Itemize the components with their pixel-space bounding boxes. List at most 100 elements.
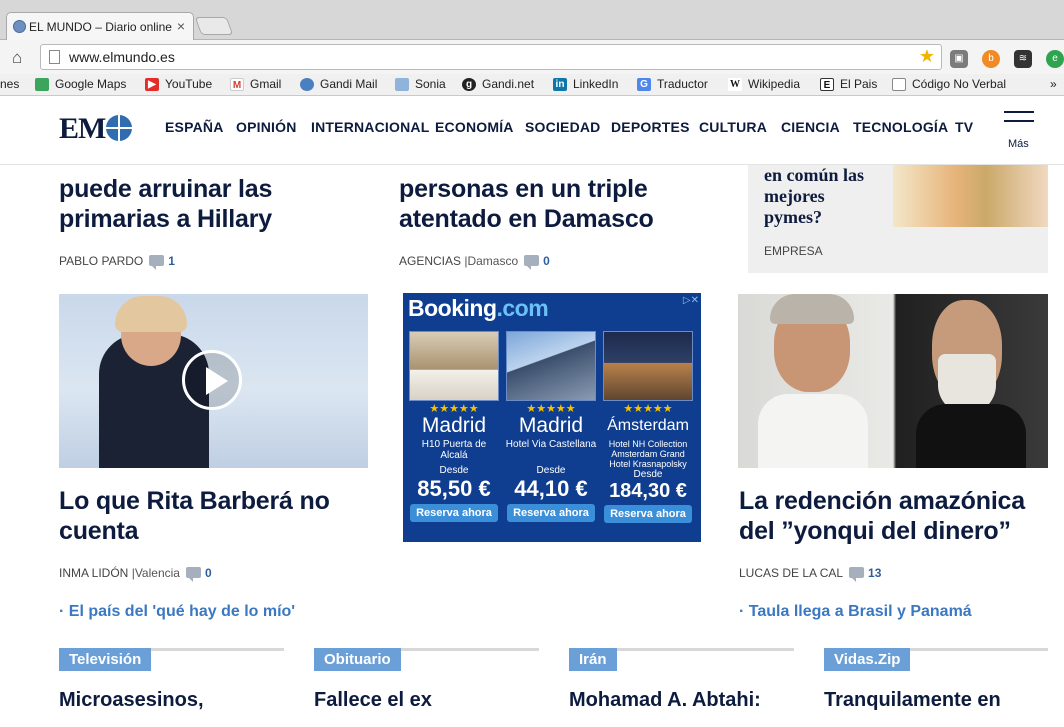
play-icon[interactable] xyxy=(182,350,242,410)
article-headline[interactable]: Tranquilamente en xyxy=(824,689,1001,712)
layers-extension-icon[interactable]: ≋ xyxy=(1014,50,1032,68)
ad-close-icon[interactable]: ▷✕ xyxy=(683,295,699,306)
bookmark-item[interactable]: W Wikipedia xyxy=(728,77,800,91)
evernote-extension-icon[interactable]: e xyxy=(1046,50,1064,68)
article-headline[interactable]: Fallece el ex xyxy=(314,689,432,712)
article-author[interactable]: AGENCIAS xyxy=(399,254,461,268)
price-label: Desde xyxy=(439,465,469,476)
comment-icon[interactable] xyxy=(185,567,201,582)
tab-close-button[interactable]: × xyxy=(177,18,185,34)
section-tag[interactable]: Irán xyxy=(569,648,617,671)
related-link[interactable]: · Taula llega a Brasil y Panamá xyxy=(739,603,972,621)
nav-espana[interactable]: ESPAÑA xyxy=(165,119,224,135)
browser-tab[interactable]: EL MUNDO – Diario online × xyxy=(6,12,194,40)
related-link[interactable]: · El país del 'qué hay de lo mío' xyxy=(59,603,295,621)
article-photo[interactable] xyxy=(738,294,1048,468)
promo-category[interactable]: EMPRESA xyxy=(764,244,823,258)
price-label: Desde xyxy=(633,469,663,480)
article-headline[interactable]: Microasesinos, xyxy=(59,689,204,712)
sidebar-promo[interactable]: en común las mejores pymes? EMPRESA xyxy=(748,165,1048,273)
extension-b-icon[interactable]: b xyxy=(982,50,1000,68)
reserve-button[interactable]: Reserva ahora xyxy=(410,504,498,522)
price-label: Desde xyxy=(536,465,566,476)
section-tag[interactable]: Televisión xyxy=(59,648,152,671)
logo-globe-icon xyxy=(106,115,133,141)
bookmarks-bar: nes Google Maps ▶ YouTube M Gmail Gandi Ma… xyxy=(0,74,1064,96)
comment-icon[interactable] xyxy=(524,255,540,270)
site-header: EM ESPAÑA OPINIÓN INTERNACIONAL ECONOMÍA… xyxy=(0,97,1064,165)
article-headline[interactable]: personas en un triple atentado en Damasc… xyxy=(399,174,654,234)
article-headline[interactable]: puede arruinar las primarias a Hillary xyxy=(59,174,272,234)
menu-label: Más xyxy=(1008,138,1029,150)
globe-icon xyxy=(13,20,26,33)
nav-sociedad[interactable]: SOCIEDAD xyxy=(525,119,601,135)
promo-image[interactable] xyxy=(893,165,1048,227)
article-location: Valencia xyxy=(134,566,180,580)
ad-hotel-card[interactable]: ★★★★★ Madrid Hotel Via Castellana Desde … xyxy=(505,331,597,541)
promo-line: mejores xyxy=(764,186,825,206)
comment-icon[interactable] xyxy=(849,567,865,582)
article-headline[interactable]: Mohamad A. Abtahi: xyxy=(569,689,761,712)
hamburger-icon xyxy=(1004,111,1034,113)
comment-count[interactable]: 0 xyxy=(543,254,550,268)
bookmark-item[interactable]: Google Maps xyxy=(35,77,126,91)
headline-line: puede arruinar las xyxy=(59,175,273,203)
promo-title: en común las mejores pymes? xyxy=(764,165,864,228)
nav-tecnologia[interactable]: TECNOLOGÍA xyxy=(853,119,948,135)
comment-count[interactable]: 1 xyxy=(168,254,175,268)
article-author[interactable]: PABLO PARDO xyxy=(59,254,143,268)
nav-internacional[interactable]: INTERNACIONAL xyxy=(311,119,429,135)
article-author[interactable]: LUCAS DE LA CAL xyxy=(739,566,843,580)
reserve-button[interactable]: Reserva ahora xyxy=(507,504,595,522)
article-author[interactable]: INMA LIDÓN xyxy=(59,566,128,580)
reserve-button[interactable]: Reserva ahora xyxy=(604,505,692,523)
bookmark-item[interactable]: Sonia xyxy=(395,77,446,91)
section-tag[interactable]: Vidas.Zip xyxy=(824,648,911,671)
hotel-name: Hotel NH Collection Amsterdam Grand Hote… xyxy=(608,439,688,469)
section-tag[interactable]: Obituario xyxy=(314,648,401,671)
promo-line: en común las xyxy=(764,165,865,185)
booking-ad[interactable]: Booking.com ▷✕ ★★★★★ Madrid H10 Puerta d… xyxy=(403,293,701,542)
bookmark-item[interactable]: nes xyxy=(0,77,19,91)
ad-hotel-card[interactable]: ★★★★★ Ámsterdam Hotel NH Collection Amst… xyxy=(602,331,694,541)
bookmark-item[interactable]: Código No Verbal xyxy=(892,77,1006,91)
url-field[interactable]: www.elmundo.es ★ xyxy=(40,44,942,70)
tag-extension-icon[interactable]: ▣ xyxy=(950,50,968,68)
nav-deportes[interactable]: DEPORTES xyxy=(611,119,690,135)
nav-ciencia[interactable]: CIENCIA xyxy=(781,119,840,135)
bookmark-item[interactable]: g Gandi.net xyxy=(462,77,534,91)
ad-hotel-card[interactable]: ★★★★★ Madrid H10 Puerta de Alcalá Desde … xyxy=(408,331,500,541)
bookmark-item[interactable]: M Gmail xyxy=(230,77,281,91)
article-location: Damasco xyxy=(467,254,519,268)
comment-count[interactable]: 0 xyxy=(205,566,212,580)
article-headline[interactable]: Lo que Rita Barberá no cuenta xyxy=(59,486,330,546)
bookmark-item[interactable]: ▶ YouTube xyxy=(145,77,212,91)
comment-count[interactable]: 13 xyxy=(868,566,881,580)
bookmark-item[interactable]: in LinkedIn xyxy=(553,77,618,91)
nav-economia[interactable]: ECONOMÍA xyxy=(435,119,514,135)
nav-cultura[interactable]: CULTURA xyxy=(699,119,767,135)
video-thumbnail[interactable] xyxy=(59,294,368,468)
hotel-name: H10 Puerta de Alcalá xyxy=(421,439,487,461)
bookmark-item[interactable]: E El Pais xyxy=(820,77,877,91)
bookmark-item[interactable]: Gandi Mail xyxy=(300,77,377,91)
hotel-name: Hotel Via Castellana xyxy=(505,439,597,450)
article-headline[interactable]: La redención amazónica del ”yonqui del d… xyxy=(739,486,1025,546)
site-logo[interactable]: EM xyxy=(59,112,133,146)
nav-tv[interactable]: TV xyxy=(955,119,973,135)
nav-opinion[interactable]: OPINIÓN xyxy=(236,119,297,135)
gandi-icon: g xyxy=(462,77,476,91)
article-meta: PABLO PARDO 1 xyxy=(59,254,175,270)
star-rating-icon: ★★★★★ xyxy=(623,403,673,415)
gmail-icon: M xyxy=(230,77,244,91)
new-tab-button[interactable] xyxy=(194,17,234,35)
home-icon[interactable]: ⌂ xyxy=(12,48,22,68)
headline-line: La redención amazónica xyxy=(739,487,1025,515)
bookmark-item[interactable]: G Traductor xyxy=(637,77,708,91)
article-meta: LUCAS DE LA CAL 13 xyxy=(739,566,881,582)
menu-button[interactable]: Más xyxy=(1004,111,1034,150)
more-bookmarks-button[interactable]: » xyxy=(1050,77,1057,91)
bookmark-star-icon[interactable]: ★ xyxy=(919,46,935,67)
url-text[interactable]: www.elmundo.es xyxy=(69,49,175,65)
comment-icon[interactable] xyxy=(149,255,165,270)
